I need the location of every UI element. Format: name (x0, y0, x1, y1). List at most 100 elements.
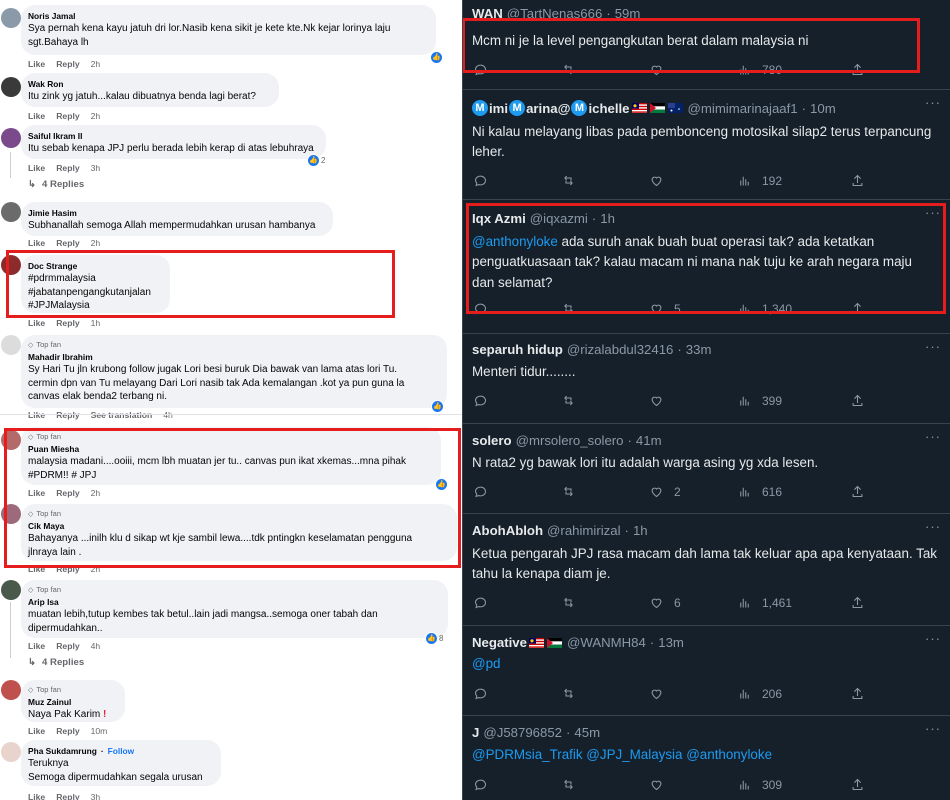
more-options-icon[interactable]: ··· (925, 95, 941, 110)
tweet-time[interactable]: 33m (686, 342, 712, 357)
like-button[interactable]: Like (28, 318, 45, 328)
retweet-button[interactable] (561, 173, 576, 188)
reply-button[interactable]: Reply (56, 488, 79, 498)
tweet-time[interactable]: 1h (633, 523, 648, 538)
user-handle[interactable]: @rizalabdul32416 (567, 342, 674, 357)
reply-button[interactable] (473, 484, 488, 499)
comment-time[interactable]: 10m (91, 726, 108, 736)
commenter-name[interactable]: Doc Strange (28, 260, 162, 272)
user-handle[interactable]: @J58796852 (483, 725, 562, 740)
view-replies-link[interactable]: ↳ 4 Replies (28, 179, 84, 190)
comment-time[interactable]: 2h (91, 59, 101, 69)
see-translation-link[interactable]: See translation (91, 410, 153, 420)
hashtag-link[interactable]: #pdrmmalaysia (28, 272, 162, 286)
commenter-name[interactable]: Pha Sukdamrung (28, 745, 97, 757)
user-handle[interactable]: @rahimirizal (547, 523, 620, 538)
retweet-button[interactable] (561, 62, 576, 77)
retweet-button[interactable] (561, 777, 576, 792)
tweet[interactable]: AbohAbloh @rahimirizal · 1h ··· Ketua pe… (463, 514, 950, 626)
display-name[interactable]: separuh hidup (472, 342, 563, 357)
like-button[interactable]: Like (28, 792, 45, 800)
display-name[interactable]: Iqx Azmi (472, 211, 526, 226)
avatar[interactable] (1, 742, 21, 762)
like-button[interactable]: 5 (649, 301, 681, 316)
avatar[interactable] (1, 77, 21, 97)
like-button[interactable]: 6 (649, 595, 681, 610)
comment-time[interactable]: 2h (91, 488, 101, 498)
avatar[interactable] (1, 202, 21, 222)
share-button[interactable] (850, 173, 865, 188)
view-replies-link[interactable]: ↳ 4 Replies (28, 657, 84, 668)
tweet-time[interactable]: 13m (658, 635, 684, 650)
tweet-time[interactable]: 45m (574, 725, 600, 740)
share-button[interactable] (850, 484, 865, 499)
more-options-icon[interactable]: ··· (925, 339, 941, 354)
commenter-name[interactable]: Saiful Ikram II (28, 130, 318, 142)
reaction-count[interactable]: 👍 (436, 479, 447, 490)
share-button[interactable] (850, 595, 865, 610)
tweet[interactable]: Mimi Marina@ Michelle @mimimarinajaaf1 ·… (463, 90, 950, 200)
reply-button[interactable]: Reply (56, 410, 79, 420)
retweet-button[interactable] (561, 301, 576, 316)
views-button[interactable]: 780 (737, 62, 782, 77)
like-button[interactable]: Like (28, 111, 45, 121)
hashtag-link[interactable]: #jabatanpengangkutanjalan (28, 286, 162, 300)
share-button[interactable] (850, 777, 865, 792)
share-button[interactable] (850, 393, 865, 408)
tweet-time[interactable]: 1h (600, 211, 615, 226)
avatar[interactable] (1, 8, 21, 28)
reply-button[interactable] (473, 686, 488, 701)
more-options-icon[interactable]: ··· (925, 721, 941, 736)
tweet[interactable]: Iqx Azmi @iqxazmi · 1h ··· @anthonyloke … (463, 200, 950, 334)
views-button[interactable]: 616 (737, 484, 782, 499)
like-button[interactable]: Like (28, 641, 45, 651)
reply-button[interactable] (473, 777, 488, 792)
commenter-name[interactable]: Arip Isa (28, 596, 440, 608)
reaction-count[interactable]: 👍 8 (426, 633, 443, 644)
more-options-icon[interactable]: ··· (925, 519, 941, 534)
comment-time[interactable]: 2h (91, 238, 101, 248)
reply-button[interactable]: Reply (56, 111, 79, 121)
commenter-name[interactable]: Noris Jamal (28, 10, 428, 22)
like-button[interactable]: Like (28, 488, 45, 498)
tweet-time[interactable]: 59m (615, 6, 641, 21)
user-handle[interactable]: @WANMH84 (567, 635, 646, 650)
comment-time[interactable]: 3h (91, 792, 101, 800)
like-button[interactable] (649, 686, 664, 701)
reply-button[interactable]: Reply (56, 726, 79, 736)
reply-button[interactable]: Reply (56, 564, 79, 574)
reply-button[interactable] (473, 173, 488, 188)
reaction-count[interactable]: 👍 (432, 401, 443, 412)
avatar[interactable] (1, 504, 21, 524)
like-button[interactable] (649, 777, 664, 792)
commenter-name[interactable]: Cik Maya (28, 520, 449, 532)
follow-button[interactable]: Follow (108, 745, 135, 757)
display-name[interactable]: solero (472, 433, 512, 448)
avatar[interactable] (1, 580, 21, 600)
commenter-name[interactable]: Mahadir Ibrahim (28, 351, 439, 363)
like-button[interactable]: Like (28, 59, 45, 69)
retweet-button[interactable] (561, 686, 576, 701)
like-button[interactable]: Like (28, 238, 45, 248)
tweet-time[interactable]: 41m (636, 433, 662, 448)
views-button[interactable]: 1,340 (737, 301, 792, 316)
tweet[interactable]: J @J58796852 · 45m ··· @PDRMsia_Trafik @… (463, 716, 950, 800)
reaction-count[interactable]: 👍 2 (308, 155, 325, 166)
tweet-time[interactable]: 10m (810, 101, 836, 116)
user-handle[interactable]: @iqxazmi (530, 211, 588, 226)
like-button[interactable]: Like (28, 564, 45, 574)
views-button[interactable]: 206 (737, 686, 782, 701)
views-button[interactable]: 309 (737, 777, 782, 792)
tweet[interactable]: WAN @TartNenas666 · 59m Mcm ni je la lev… (463, 0, 950, 90)
user-handle[interactable]: @TartNenas666 (507, 6, 603, 21)
views-button[interactable]: 192 (737, 173, 782, 188)
mention-link[interactable]: @PDRMsia_Trafik @JPJ_Malaysia @anthonylo… (472, 747, 772, 762)
avatar[interactable] (1, 680, 21, 700)
retweet-button[interactable] (561, 484, 576, 499)
like-button[interactable]: Like (28, 163, 45, 173)
share-button[interactable] (850, 301, 865, 316)
avatar[interactable] (1, 430, 21, 450)
avatar[interactable] (1, 128, 21, 148)
display-name[interactable]: Negative (472, 635, 563, 650)
more-options-icon[interactable]: ··· (925, 429, 941, 444)
